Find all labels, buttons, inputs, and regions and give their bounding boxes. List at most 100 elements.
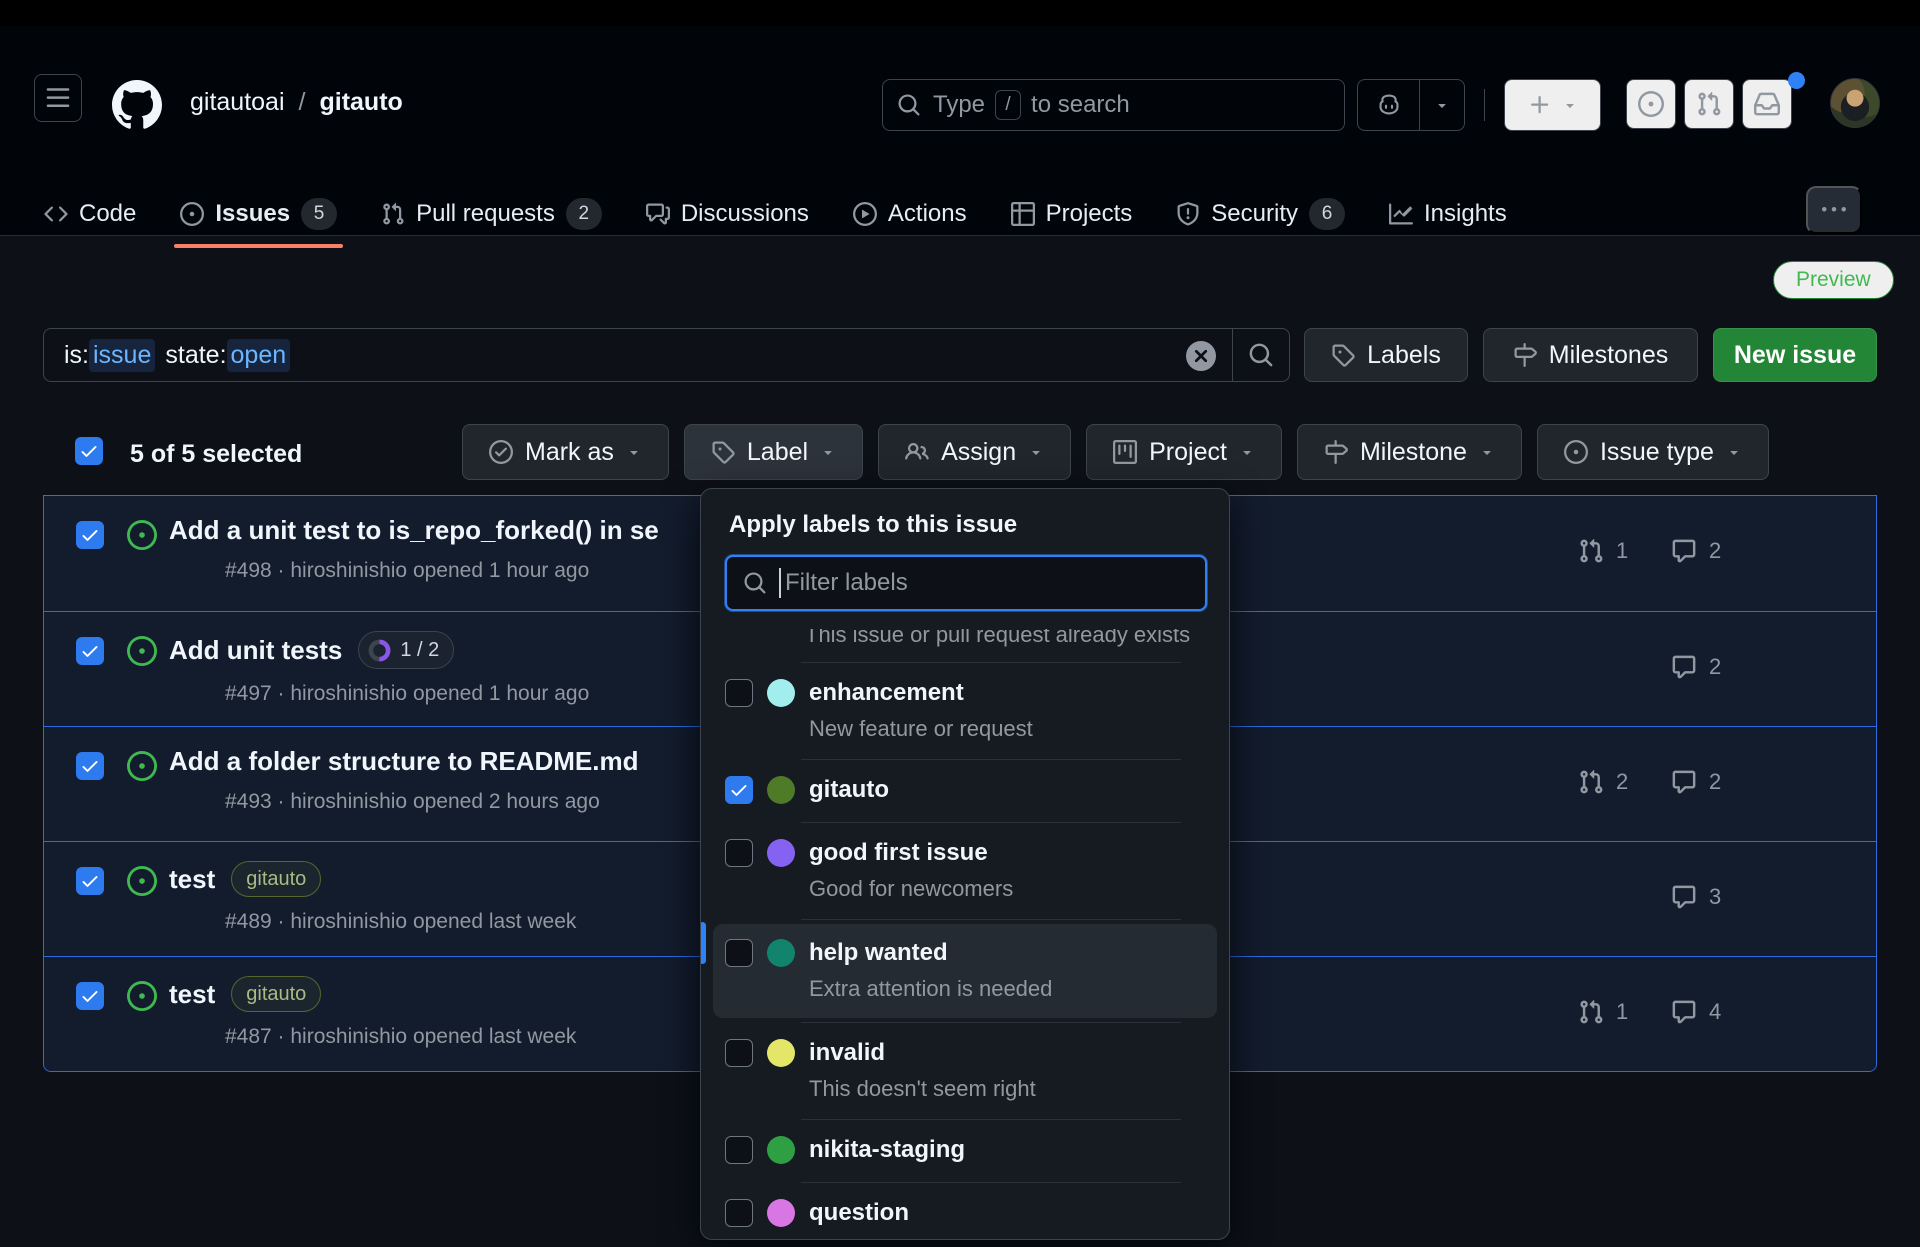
label-option-invalid[interactable]: invalid This doesn't seem right	[701, 1023, 1229, 1119]
pr-count-value: 1	[1616, 538, 1629, 563]
comment-count[interactable]: 2	[1671, 538, 1721, 564]
label-option-partial-description: This issue or pull request already exist…	[805, 629, 1191, 647]
select-all-checkbox[interactable]	[75, 437, 103, 465]
tag-icon	[711, 440, 735, 464]
milestones-button[interactable]: Milestones	[1483, 328, 1698, 382]
bulk-issue-type-button[interactable]: Issue type	[1536, 424, 1769, 480]
tab-insights[interactable]: Insights	[1389, 200, 1507, 228]
copilot-button-group	[1357, 79, 1465, 131]
tab-issues[interactable]: Issues 5	[174, 198, 343, 248]
chevron-down-icon	[626, 444, 642, 460]
label-color-dot	[767, 776, 795, 804]
window-chrome-strip	[0, 0, 1920, 26]
bulk-label-button[interactable]: Label	[683, 424, 864, 480]
label-option-checkbox[interactable]	[725, 1199, 753, 1227]
progress-text: 1 / 2	[400, 638, 440, 661]
clear-filter-button[interactable]	[1186, 341, 1216, 371]
copilot-menu-button[interactable]	[1420, 80, 1464, 130]
issue-title-link[interactable]: Add a unit test to is_repo_forked() in s…	[169, 515, 659, 546]
bulk-project-button[interactable]: Project	[1086, 424, 1282, 480]
dropdown-scrollbar-thumb[interactable]	[701, 922, 706, 964]
new-issue-button[interactable]: New issue	[1713, 328, 1877, 382]
global-menu-button[interactable]	[34, 74, 82, 122]
label-option-checkbox[interactable]	[725, 1039, 753, 1067]
label-filter-placeholder: Filter labels	[785, 569, 908, 596]
copilot-button[interactable]	[1358, 80, 1420, 130]
issue-open-icon	[127, 751, 157, 781]
labels-button[interactable]: Labels	[1304, 328, 1468, 382]
label-option-checkbox[interactable]	[725, 939, 753, 967]
label-option-question[interactable]: question Further information is requested	[701, 1183, 1229, 1239]
label-option-gitauto[interactable]: gitauto	[701, 760, 1229, 822]
label-option-good-first-issue[interactable]: good first issue Good for newcomers	[701, 823, 1229, 919]
user-avatar[interactable]	[1830, 78, 1880, 128]
github-logo-icon[interactable]	[112, 80, 162, 130]
breadcrumb-owner[interactable]: gitautoai	[190, 88, 285, 117]
issue-title-link[interactable]: test	[169, 979, 215, 1010]
tab-discussions[interactable]: Discussions	[645, 200, 809, 228]
tab-projects[interactable]: Projects	[1010, 200, 1132, 228]
sub-issues-progress-badge[interactable]: 1 / 2	[358, 631, 455, 669]
issue-label-chip[interactable]: gitauto	[231, 976, 322, 1012]
comment-count-value: 2	[1709, 769, 1722, 794]
issues-filter-input[interactable]: is: issue state: open	[43, 328, 1233, 382]
label-option-checkbox[interactable]	[725, 679, 753, 707]
global-search-input[interactable]: Type / to search	[882, 79, 1345, 131]
breadcrumb-repo[interactable]: gitauto	[319, 88, 402, 117]
issues-dashboard-button[interactable]	[1626, 79, 1676, 129]
bulk-milestone-button[interactable]: Milestone	[1296, 424, 1522, 480]
breadcrumb-separator: /	[298, 88, 306, 116]
issue-checkbox[interactable]	[76, 752, 104, 780]
create-new-button[interactable]	[1504, 79, 1601, 131]
comment-icon	[1671, 999, 1697, 1025]
bulk-assign-button[interactable]: Assign	[878, 424, 1072, 480]
hamburger-icon	[45, 85, 71, 111]
copilot-icon	[1376, 92, 1402, 118]
label-option-description: New feature or request	[809, 716, 1033, 741]
label-option-name: nikita-staging	[809, 1136, 966, 1163]
pull-requests-dashboard-button[interactable]	[1684, 79, 1734, 129]
inbox-button[interactable]	[1742, 79, 1792, 129]
search-placeholder: Type / to search	[933, 90, 1130, 120]
label-option-checkbox[interactable]	[725, 839, 753, 867]
label-options-list: This issue or pull request already exist…	[701, 629, 1229, 1239]
chevron-down-icon	[1726, 444, 1742, 460]
comment-count[interactable]: 2	[1671, 769, 1721, 795]
issue-checkbox[interactable]	[76, 637, 104, 665]
label-option-enhancement[interactable]: enhancement New feature or request	[701, 663, 1229, 759]
text-cursor	[779, 568, 781, 598]
label-option-help-wanted[interactable]: help wanted Extra attention is needed	[713, 924, 1217, 1018]
linked-pr-count[interactable]: 1	[1578, 538, 1628, 564]
issue-title-link[interactable]: Add unit tests	[169, 635, 342, 666]
issue-opened-icon	[1638, 91, 1664, 117]
issue-checkbox[interactable]	[76, 867, 104, 895]
comment-count[interactable]: 2	[1671, 654, 1721, 680]
linked-pr-count[interactable]: 2	[1578, 769, 1628, 795]
label-option-checkbox[interactable]	[725, 1136, 753, 1164]
tab-actions[interactable]: Actions	[852, 200, 967, 228]
tab-code[interactable]: Code	[44, 200, 136, 228]
label-filter-input[interactable]: Filter labels	[725, 555, 1207, 611]
issue-label-chip[interactable]: gitauto	[231, 861, 322, 897]
bulk-button-label: Issue type	[1599, 437, 1714, 466]
issue-opened-icon	[180, 202, 205, 226]
projects-table-icon	[1010, 202, 1035, 226]
tab-security[interactable]: Security 6	[1176, 198, 1345, 230]
issue-checkbox[interactable]	[76, 521, 104, 549]
label-option-checkbox[interactable]	[725, 776, 753, 804]
filter-token-value: issue	[89, 338, 156, 372]
issue-checkbox[interactable]	[76, 982, 104, 1010]
label-option-nikita-staging[interactable]: nikita-staging	[701, 1120, 1229, 1182]
bulk-mark-as-button[interactable]: Mark as	[462, 424, 669, 480]
comment-count[interactable]: 3	[1671, 884, 1721, 910]
issue-title-link[interactable]: test	[169, 864, 215, 895]
preview-badge[interactable]: Preview	[1773, 261, 1894, 299]
issue-open-icon	[127, 866, 157, 896]
filter-search-button[interactable]	[1233, 328, 1290, 382]
comment-count[interactable]: 4	[1671, 999, 1721, 1025]
label-color-dot	[767, 1199, 795, 1227]
issue-title-link[interactable]: Add a folder structure to README.md	[169, 746, 638, 777]
nav-overflow-button[interactable]	[1806, 186, 1862, 234]
linked-pr-count[interactable]: 1	[1578, 999, 1628, 1025]
tab-pull-requests[interactable]: Pull requests 2	[381, 198, 602, 230]
